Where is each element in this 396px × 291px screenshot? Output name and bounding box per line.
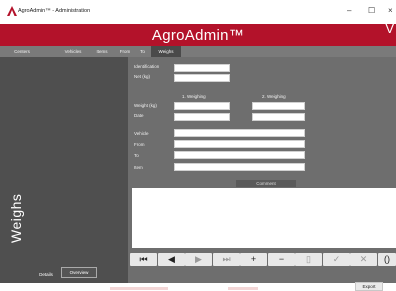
tab-from[interactable]: From [116, 46, 134, 57]
close-button[interactable]: × [388, 7, 393, 15]
edit-record-icon: ▯ [306, 254, 311, 264]
to-field[interactable] [174, 151, 305, 159]
app-banner: AgroAdmin™ V [0, 21, 396, 46]
app-name: AgroAdmin™ [151, 27, 245, 44]
cancel-button[interactable]: ✕ [350, 253, 377, 266]
to-label: To [134, 153, 139, 158]
window-titlebar: AgroAdmin™ - Administration – ☐ × [0, 0, 396, 24]
last-record-icon: ⏭ [222, 254, 231, 264]
net-field[interactable] [174, 74, 230, 82]
add-record-button[interactable]: + [240, 253, 267, 266]
date-label: Date [134, 113, 144, 118]
sidebar: Weighs Details Overview [0, 57, 128, 283]
comment-header: Comment [236, 180, 296, 187]
maximize-button[interactable]: ☐ [368, 7, 375, 15]
minimize-button[interactable]: – [347, 7, 351, 15]
date1-field[interactable] [174, 113, 230, 121]
item-field[interactable] [174, 163, 305, 171]
from-label: From [134, 142, 145, 147]
weighing2-header: 2. Weighing [262, 94, 286, 99]
sidebar-title: Weighs [8, 193, 24, 243]
main-tabbar: Centers Vehicles Items From To Weighs [0, 46, 396, 57]
refresh-button[interactable]: () [378, 253, 396, 266]
comment-textarea[interactable] [132, 188, 396, 248]
vehicle-label: Vehicle [134, 131, 149, 136]
footer-accent-right [228, 287, 258, 290]
refresh-icon: () [384, 254, 390, 264]
first-record-icon: ⏮ [139, 254, 148, 264]
tab-to[interactable]: To [135, 46, 150, 57]
next-record-icon: ▶ [195, 254, 202, 264]
app-logo-icon [7, 6, 17, 16]
add-record-icon: + [250, 254, 257, 264]
export-button[interactable]: Export [355, 282, 383, 291]
cancel-icon: ✕ [359, 254, 368, 264]
identification-field[interactable] [174, 64, 230, 72]
window-title: AgroAdmin™ - Administration [18, 8, 91, 14]
banner-edge-glyph: V [385, 21, 394, 36]
edit-record-button[interactable]: ▯ [295, 253, 322, 266]
weight1-field[interactable] [174, 102, 230, 110]
record-navigation-bar: ⏮ ◀ ▶ ⏭ + − ▯ ✓ ✕ () [128, 250, 396, 270]
confirm-icon: ✓ [332, 254, 341, 264]
net-label: Net (kg) [134, 74, 151, 79]
first-record-button[interactable]: ⏮ [130, 253, 157, 266]
from-field[interactable] [174, 140, 305, 148]
tab-centers[interactable]: Centers [2, 46, 42, 57]
confirm-button[interactable]: ✓ [323, 253, 350, 266]
footer-accent-left [110, 287, 168, 290]
weighing1-header: 1. Weighing [182, 94, 206, 99]
previous-record-icon: ◀ [168, 254, 175, 264]
tab-items[interactable]: Items [92, 46, 112, 57]
previous-record-button[interactable]: ◀ [158, 253, 185, 266]
next-record-button[interactable]: ▶ [185, 253, 212, 266]
item-label: Item [134, 165, 143, 170]
tab-weighs[interactable]: Weighs [151, 46, 181, 57]
footer-bar [0, 283, 396, 291]
date2-field[interactable] [252, 113, 305, 121]
identification-label: Identification [134, 64, 160, 69]
tab-vehicles[interactable]: Vehicles [56, 46, 90, 57]
delete-record-icon: − [278, 254, 285, 264]
vehicle-field[interactable] [174, 129, 305, 137]
sidebar-tab-overview[interactable]: Overview [61, 267, 97, 278]
weight2-field[interactable] [252, 102, 305, 110]
last-record-button[interactable]: ⏭ [213, 253, 240, 266]
weight-label: Weight (kg) [134, 103, 157, 108]
delete-record-button[interactable]: − [268, 253, 295, 266]
sidebar-tab-details[interactable]: Details [36, 270, 56, 279]
